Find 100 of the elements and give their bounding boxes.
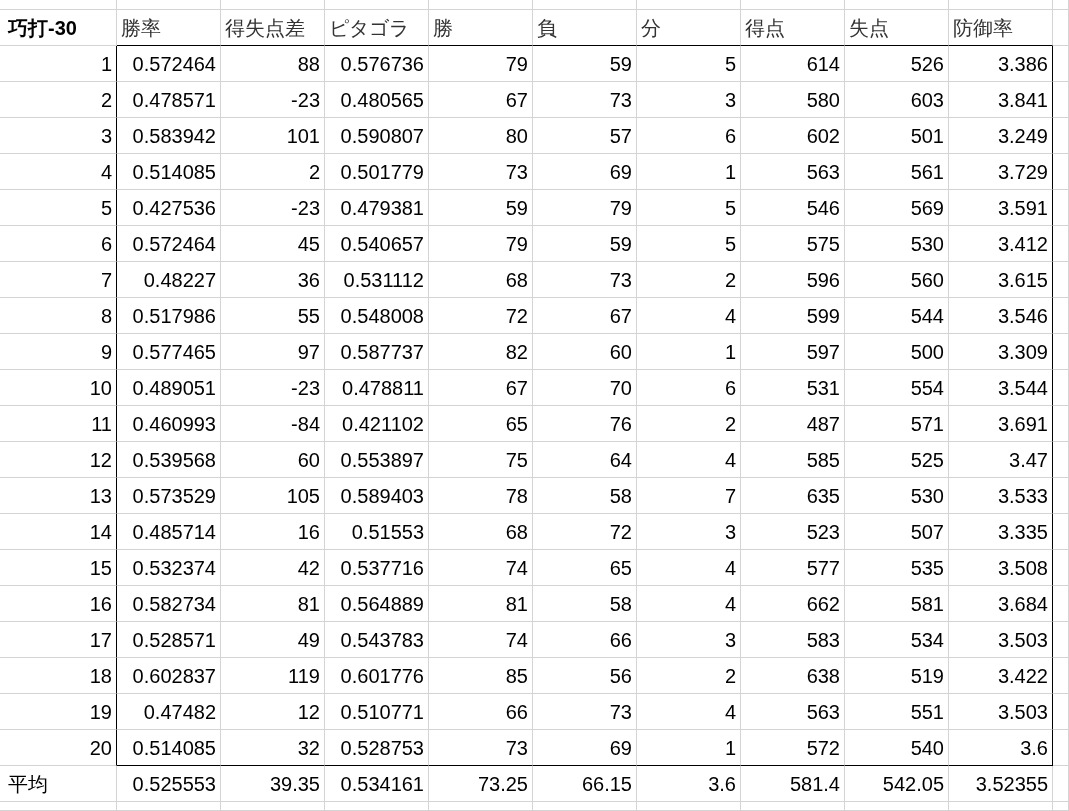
table-cell: 577 <box>741 550 845 586</box>
row-header: 18 <box>0 658 117 694</box>
table-cell: 551 <box>845 694 949 730</box>
table-cell: 534 <box>845 622 949 658</box>
empty-cell <box>1053 370 1069 406</box>
table-cell: 0.528753 <box>325 730 429 766</box>
table-cell: 65 <box>429 406 533 442</box>
table-cell: 0.47482 <box>117 694 221 730</box>
table-cell: 546 <box>741 190 845 226</box>
table-cell: 73.25 <box>429 766 533 802</box>
empty-cell <box>1053 622 1069 658</box>
table-cell: 78 <box>429 478 533 514</box>
table-cell: 3.591 <box>949 190 1053 226</box>
table-cell: 66 <box>533 622 637 658</box>
table-cell: 0.480565 <box>325 82 429 118</box>
table-cell: 0.460993 <box>117 406 221 442</box>
row-header: 14 <box>0 514 117 550</box>
table-cell: 0.539568 <box>117 442 221 478</box>
table-cell: 0.514085 <box>117 154 221 190</box>
column-header: 得点 <box>741 10 845 46</box>
empty-cell <box>1053 82 1069 118</box>
empty-cell <box>1053 226 1069 262</box>
table-cell: 3.544 <box>949 370 1053 406</box>
table-cell: 575 <box>741 226 845 262</box>
table-cell: 560 <box>845 262 949 298</box>
table-cell: 0.582734 <box>117 586 221 622</box>
empty-cell <box>1053 262 1069 298</box>
table-cell: 0.601776 <box>325 658 429 694</box>
table-cell: 74 <box>429 550 533 586</box>
column-header: 分 <box>637 10 741 46</box>
table-cell: 0.537716 <box>325 550 429 586</box>
row-header: 1 <box>0 46 117 82</box>
table-cell: 0.583942 <box>117 118 221 154</box>
table-cell: 39.35 <box>221 766 325 802</box>
table-cell: 59 <box>533 226 637 262</box>
empty-cell <box>1053 478 1069 514</box>
table-cell: 0.478571 <box>117 82 221 118</box>
table-cell: 0.427536 <box>117 190 221 226</box>
table-cell: 3.47 <box>949 442 1053 478</box>
table-cell: 7 <box>637 478 741 514</box>
table-cell: 0.501779 <box>325 154 429 190</box>
table-cell: 3.412 <box>949 226 1053 262</box>
table-cell: 119 <box>221 658 325 694</box>
table-cell: 79 <box>429 46 533 82</box>
table-cell: 72 <box>429 298 533 334</box>
table-cell: 0.531112 <box>325 262 429 298</box>
table-cell: -84 <box>221 406 325 442</box>
table-cell: 101 <box>221 118 325 154</box>
empty-cell <box>1053 730 1069 766</box>
table-cell: 73 <box>429 154 533 190</box>
row-header: 13 <box>0 478 117 514</box>
table-cell: 3.615 <box>949 262 1053 298</box>
table-cell: 0.548008 <box>325 298 429 334</box>
table-cell: 571 <box>845 406 949 442</box>
row-header: 19 <box>0 694 117 730</box>
table-cell: 0.572464 <box>117 46 221 82</box>
table-cell: 6 <box>637 370 741 406</box>
table-cell: 3 <box>637 514 741 550</box>
table-cell: 66 <box>429 694 533 730</box>
table-cell: 59 <box>429 190 533 226</box>
empty-cell <box>1053 10 1069 46</box>
empty-cell <box>1053 442 1069 478</box>
table-cell: 4 <box>637 694 741 730</box>
row-header: 4 <box>0 154 117 190</box>
table-cell: 531 <box>741 370 845 406</box>
table-cell: 530 <box>845 478 949 514</box>
table-cell: 68 <box>429 262 533 298</box>
table-cell: 67 <box>429 370 533 406</box>
table-cell: 3.503 <box>949 622 1053 658</box>
table-cell: 67 <box>429 82 533 118</box>
column-header: 勝 <box>429 10 533 46</box>
table-cell: 65 <box>533 550 637 586</box>
table-cell: 69 <box>533 154 637 190</box>
table-cell: 3.52355 <box>949 766 1053 802</box>
table-cell: 57 <box>533 118 637 154</box>
table-cell: 487 <box>741 406 845 442</box>
empty-cell <box>1053 766 1069 802</box>
table-cell: 68 <box>429 514 533 550</box>
empty-cell <box>1053 118 1069 154</box>
table-cell: 79 <box>533 190 637 226</box>
table-cell: 0.514085 <box>117 730 221 766</box>
table-cell: 0.48227 <box>117 262 221 298</box>
empty-cell <box>1053 694 1069 730</box>
table-cell: 581.4 <box>741 766 845 802</box>
table-cell: 2 <box>637 658 741 694</box>
table-cell: 0.543783 <box>325 622 429 658</box>
empty-cell <box>1053 298 1069 334</box>
table-cell: 3.533 <box>949 478 1053 514</box>
table-cell: 6 <box>637 118 741 154</box>
table-cell: 58 <box>533 478 637 514</box>
table-cell: 1 <box>637 154 741 190</box>
row-header: 8 <box>0 298 117 334</box>
table-cell: 1 <box>637 730 741 766</box>
table-cell: 603 <box>845 82 949 118</box>
table-cell: 3.386 <box>949 46 1053 82</box>
table-cell: 2 <box>637 406 741 442</box>
row-header: 10 <box>0 370 117 406</box>
row-header: 5 <box>0 190 117 226</box>
table-cell: 64 <box>533 442 637 478</box>
table-cell: 662 <box>741 586 845 622</box>
